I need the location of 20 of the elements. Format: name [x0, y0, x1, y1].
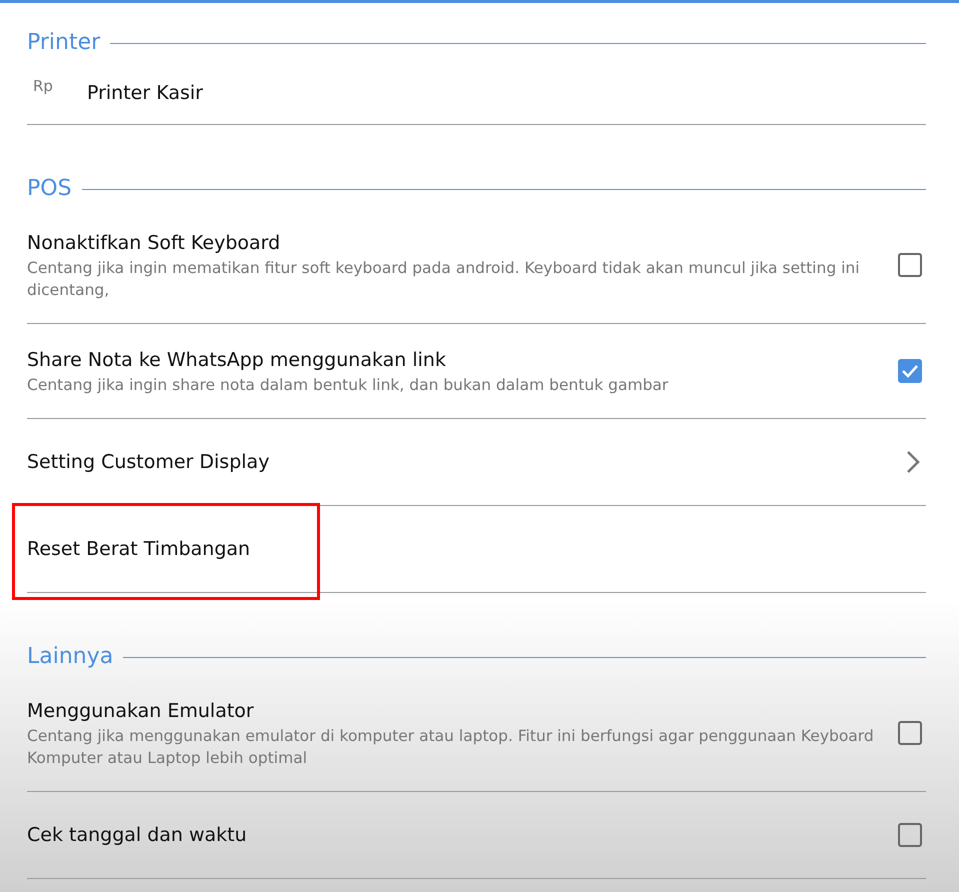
setting-title: Setting Customer Display	[27, 450, 270, 475]
chevron-right-icon	[906, 450, 920, 474]
setting-title: Cek tanggal dan waktu	[27, 823, 248, 848]
checkbox[interactable]	[898, 721, 922, 745]
setting-description: Centang jika ingin mematikan fitur soft keyboard pada android. Keyboard tidak akan muncul jika setting ini dicentang,	[27, 258, 861, 301]
checkbox[interactable]	[898, 253, 922, 277]
section-title: Printer	[27, 29, 100, 57]
section-title: Lainnya	[27, 643, 114, 671]
checkbox[interactable]	[898, 359, 922, 383]
setting-description: Centang jika ingin share nota dalam bentuk link, dan bukan dalam bentuk gambar	[27, 375, 670, 396]
setting-title: Share Nota ke WhatsApp menggunakan link	[27, 348, 447, 373]
setting-title: Reset Berat Timbangan	[27, 537, 252, 562]
currency-icon: Rp	[33, 75, 53, 98]
checkbox[interactable]	[898, 823, 922, 847]
section-title: POS	[27, 175, 72, 203]
setting-description: Centang jika menggunakan emulator di komputer atau laptop. Fitur ini berfungsi agar penggunaan Keyboard Komputer atau Laptop lebih optimal	[27, 726, 875, 769]
check-icon	[901, 364, 919, 378]
setting-title: Nonaktifkan Soft Keyboard	[27, 231, 282, 256]
setting-title: Printer Kasir	[86, 80, 204, 106]
setting-title: Menggunakan Emulator	[27, 699, 255, 724]
